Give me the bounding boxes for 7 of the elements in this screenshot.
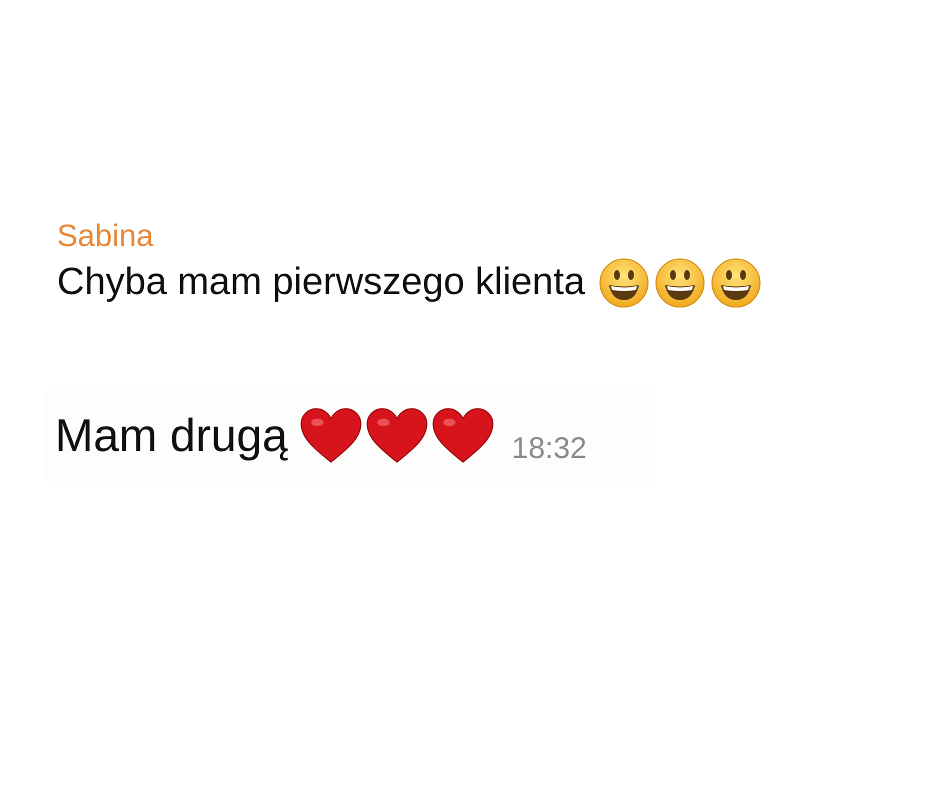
message-time: 18:32 (512, 432, 587, 466)
smiley-icon (599, 258, 650, 308)
sender-name: Sabina (57, 218, 154, 254)
message-text: Chyba mam pierwszego klienta (57, 260, 586, 306)
message-text: Mam drugą (55, 408, 288, 464)
smiley-icon (655, 258, 706, 308)
smiley-icon (711, 258, 762, 308)
